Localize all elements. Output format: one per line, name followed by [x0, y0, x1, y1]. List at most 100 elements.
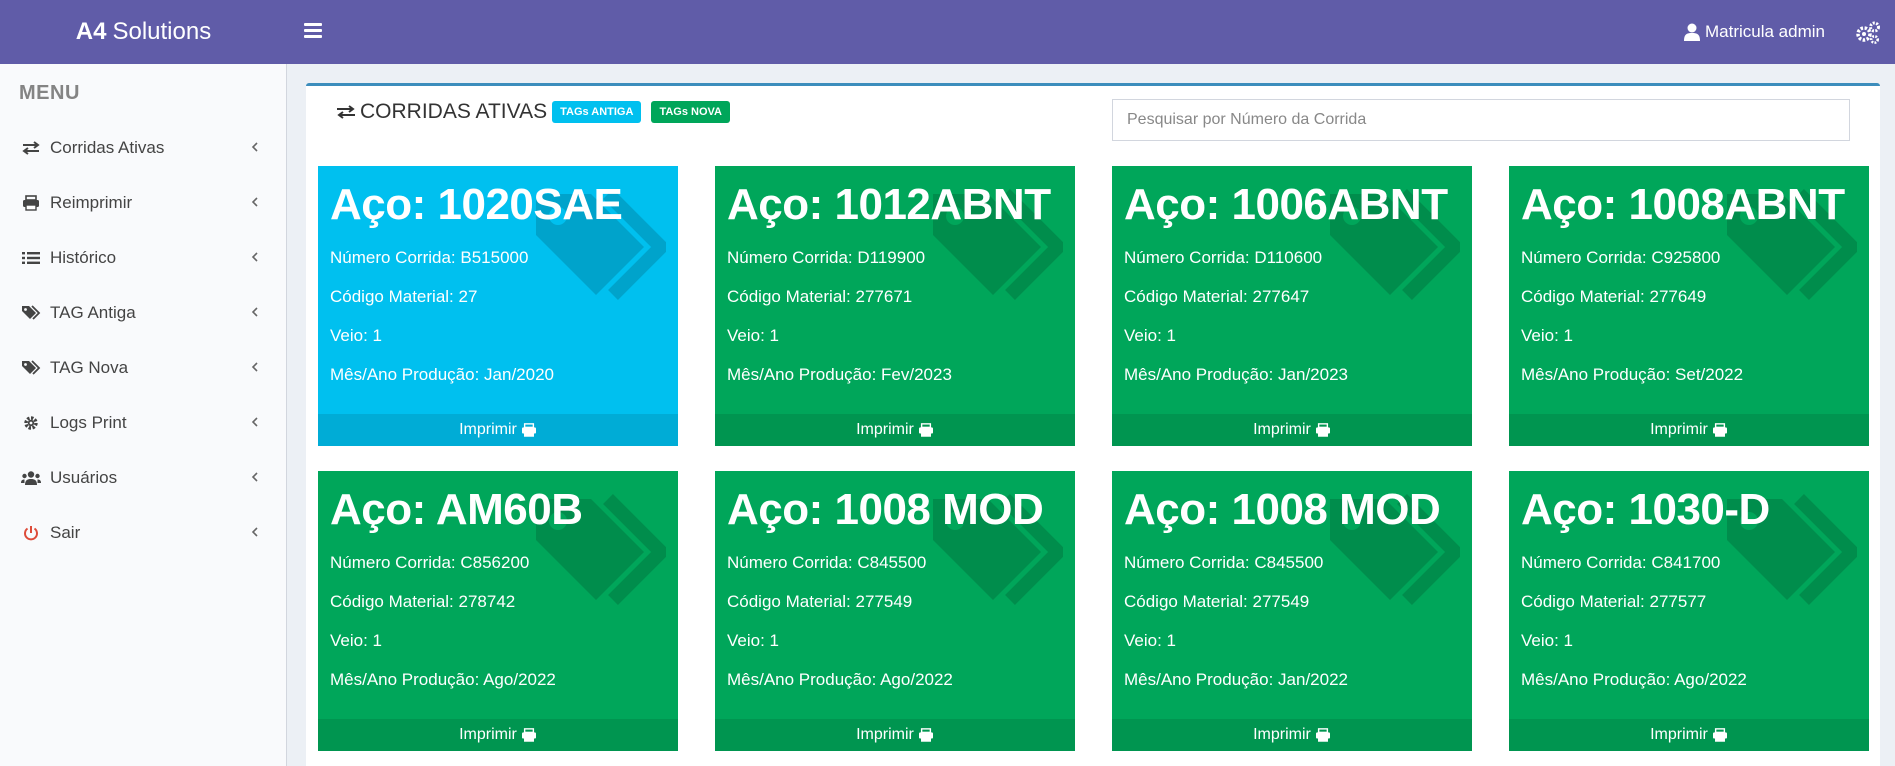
card-numero-corrida: Número Corrida: C841700	[1521, 553, 1721, 572]
imprimir-label: Imprimir	[1650, 726, 1708, 743]
sidebar-toggle-button[interactable]	[300, 20, 326, 44]
print-icon	[1315, 423, 1330, 437]
imprimir-label: Imprimir	[1650, 421, 1708, 438]
sidebar-item-label: TAG Antiga	[50, 302, 136, 322]
card-numero-corrida: Número Corrida: B515000	[330, 248, 529, 267]
print-icon	[1712, 423, 1727, 437]
print-icon	[918, 728, 933, 742]
card-mes-ano: Mês/Ano Produção: Jan/2022	[1124, 670, 1348, 689]
sidebar-item-label: Corridas Ativas	[50, 137, 165, 157]
corrida-card[interactable]: Aço: 1008 MOD Número Corrida: C845500 Có…	[1112, 471, 1472, 751]
card-mes-ano: Mês/Ano Produção: Set/2022	[1521, 365, 1744, 384]
imprimir-button[interactable]: Imprimir	[715, 719, 1075, 751]
sidebar-item-label: Reimprimir	[50, 192, 133, 212]
sidebar-item-label: TAG Nova	[50, 357, 129, 377]
card-title: Aço: 1008 MOD	[727, 485, 1044, 534]
print-icon	[1315, 728, 1330, 742]
corrida-card[interactable]: Aço: 1020SAE Número Corrida: B515000 Cód…	[318, 166, 678, 446]
card-codigo-material: Código Material: 277549	[727, 592, 913, 611]
imprimir-label: Imprimir	[459, 726, 517, 743]
corrida-card[interactable]: Aço: 1008 MOD Número Corrida: C845500 Có…	[715, 471, 1075, 751]
chevron-left-icon	[251, 197, 258, 207]
card-title: Aço: 1008 MOD	[1124, 485, 1441, 534]
card-mes-ano: Mês/Ano Produção: Fev/2023	[727, 365, 952, 384]
card-numero-corrida: Número Corrida: D110600	[1124, 248, 1323, 267]
sidebar-item-corridas-ativas[interactable]: Corridas Ativas	[0, 120, 286, 175]
sidebar-item-usuarios[interactable]: Usuários	[0, 450, 286, 505]
corrida-card[interactable]: Aço: 1012ABNT Número Corrida: D119900 Có…	[715, 166, 1075, 446]
card-mes-ano: Mês/Ano Produção: Ago/2022	[727, 670, 953, 689]
corrida-card[interactable]: Aço: AM60B Número Corrida: C856200 Códig…	[318, 471, 678, 751]
sidebar-item-label: Histórico	[50, 247, 117, 267]
sidebar-item-label: Logs Print	[50, 412, 127, 432]
print-icon	[918, 423, 933, 437]
corrida-card[interactable]: Aço: 1006ABNT Número Corrida: D110600 Có…	[1112, 166, 1472, 446]
card-title: Aço: 1030-D	[1521, 485, 1770, 534]
search-input[interactable]	[1112, 99, 1850, 141]
user-menu[interactable]: Matricula admin	[1684, 0, 1825, 64]
card-veio: Veio: 1	[1521, 631, 1573, 650]
imprimir-button[interactable]: Imprimir	[715, 414, 1075, 446]
tags-antiga-badge[interactable]: TAGs ANTIGA	[552, 101, 642, 123]
card-codigo-material: Código Material: 277577	[1521, 592, 1707, 611]
card-veio: Veio: 1	[1124, 631, 1176, 650]
chevron-left-icon	[251, 252, 258, 262]
corrida-card[interactable]: Aço: 1008ABNT Número Corrida: C925800 Có…	[1509, 166, 1869, 446]
card-mes-ano: Mês/Ano Produção: Jan/2020	[330, 365, 554, 384]
sidebar-item-label: Sair	[50, 522, 81, 542]
chevron-left-icon	[251, 142, 258, 152]
card-codigo-material: Código Material: 277647	[1124, 287, 1310, 306]
page-title: CORRIDAS ATIVAS	[360, 100, 548, 123]
chevron-left-icon	[251, 307, 258, 317]
card-mes-ano: Mês/Ano Produção: Ago/2022	[330, 670, 556, 689]
chevron-left-icon	[251, 472, 258, 482]
sidebar-item-reimprimir[interactable]: Reimprimir	[0, 175, 286, 230]
sidebar-item-logs-print[interactable]: Logs Print	[0, 395, 286, 450]
card-title: Aço: 1008ABNT	[1521, 180, 1845, 229]
tags-nova-badge[interactable]: TAGs NOVA	[651, 101, 730, 123]
menu-header: MENU	[19, 82, 80, 104]
brand-bold: A4	[75, 18, 107, 45]
sidebar-item-tag-antiga[interactable]: TAG Antiga	[0, 285, 286, 340]
print-icon	[521, 728, 536, 742]
print-icon	[1712, 728, 1727, 742]
brand-logo[interactable]: A4 Solutions	[0, 0, 287, 64]
imprimir-button[interactable]: Imprimir	[1509, 719, 1869, 751]
sidebar-item-tag-nova[interactable]: TAG Nova	[0, 340, 286, 395]
imprimir-label: Imprimir	[1253, 421, 1311, 438]
list-icon	[20, 249, 42, 267]
box-title: CORRIDAS ATIVAS TAGs ANTIGA TAGs NOVA	[336, 100, 730, 124]
exchange-icon	[337, 105, 355, 119]
card-title: Aço: 1006ABNT	[1124, 180, 1448, 229]
card-veio: Veio: 1	[330, 326, 382, 345]
card-veio: Veio: 1	[727, 326, 779, 345]
imprimir-button[interactable]: Imprimir	[1509, 414, 1869, 446]
imprimir-label: Imprimir	[856, 421, 914, 438]
chevron-left-icon	[251, 527, 258, 537]
sidebar-item-sair[interactable]: Sair	[0, 505, 286, 560]
sidebar-item-historico[interactable]: Histórico	[0, 230, 286, 285]
card-veio: Veio: 1	[1124, 326, 1176, 345]
corrida-card[interactable]: Aço: 1030-D Número Corrida: C841700 Códi…	[1509, 471, 1869, 751]
imprimir-button[interactable]: Imprimir	[1112, 719, 1472, 751]
users-icon	[20, 469, 42, 487]
card-numero-corrida: Número Corrida: C856200	[330, 553, 530, 572]
sidebar-item-label: Usuários	[50, 467, 118, 487]
card-codigo-material: Código Material: 277549	[1124, 592, 1310, 611]
exchange-icon	[20, 139, 42, 157]
card-veio: Veio: 1	[1521, 326, 1573, 345]
imprimir-button[interactable]: Imprimir	[318, 719, 678, 751]
card-codigo-material: Código Material: 277649	[1521, 287, 1707, 306]
user-icon	[1684, 23, 1700, 41]
card-codigo-material: Código Material: 277671	[727, 287, 913, 306]
card-veio: Veio: 1	[330, 631, 382, 650]
card-numero-corrida: Número Corrida: C925800	[1521, 248, 1721, 267]
imprimir-button[interactable]: Imprimir	[1112, 414, 1472, 446]
card-numero-corrida: Número Corrida: D119900	[727, 248, 926, 267]
gears-icon[interactable]	[1855, 20, 1881, 46]
card-mes-ano: Mês/Ano Produção: Ago/2022	[1521, 670, 1747, 689]
imprimir-button[interactable]: Imprimir	[318, 414, 678, 446]
card-title: Aço: 1012ABNT	[727, 180, 1051, 229]
print-icon	[521, 423, 536, 437]
power-icon	[20, 524, 42, 542]
